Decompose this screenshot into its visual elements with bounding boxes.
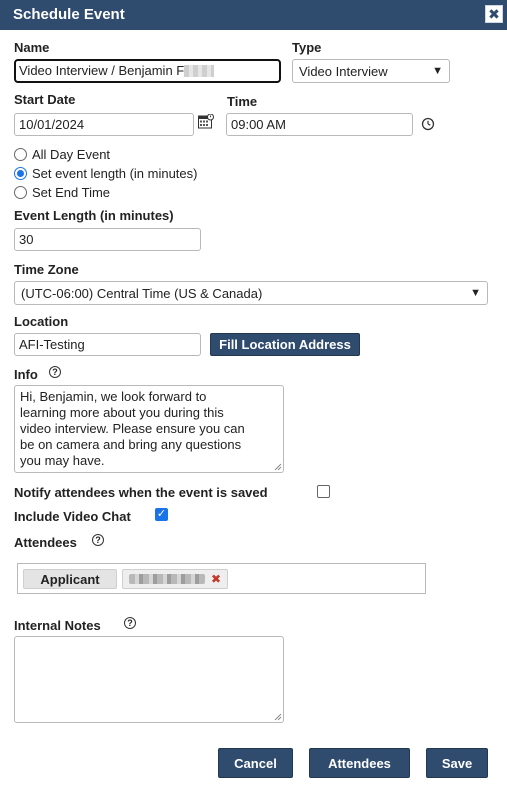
type-select-value: Video Interview	[299, 63, 388, 79]
start-date-label: Start Date	[14, 92, 76, 107]
radio-set-length-circle[interactable]	[14, 167, 27, 180]
radio-set-length[interactable]: Set event length (in minutes)	[14, 166, 197, 181]
event-length-value: 30	[19, 232, 34, 247]
event-length-input[interactable]: 30	[14, 228, 201, 251]
name-label: Name	[14, 40, 50, 55]
time-input[interactable]: 09:00 AM	[226, 113, 413, 136]
dialog-title: Schedule Event	[13, 6, 125, 23]
time-zone-label: Time Zone	[14, 262, 79, 277]
info-line: video interview. Please ensure you can	[20, 421, 245, 436]
radio-set-length-label: Set event length (in minutes)	[32, 166, 198, 181]
help-icon[interactable]: ?	[124, 617, 136, 629]
type-select[interactable]: Video Interview ▼	[292, 59, 450, 83]
info-line: you may have.	[20, 453, 105, 468]
type-label: Type	[292, 40, 322, 55]
resize-handle-icon[interactable]	[274, 713, 282, 721]
info-label: Info	[14, 367, 38, 382]
chevron-down-icon: ▼	[470, 287, 481, 299]
calendar-icon[interactable]	[198, 113, 214, 129]
internal-notes-label: Internal Notes	[14, 618, 101, 633]
time-zone-select[interactable]: (UTC-06:00) Central Time (US & Canada) ▼	[14, 281, 488, 305]
fill-location-button[interactable]: Fill Location Address	[210, 333, 360, 356]
redacted-text	[184, 65, 215, 77]
location-value: AFI-Testing	[19, 337, 85, 352]
applicant-role-tag[interactable]: Applicant	[23, 569, 117, 589]
close-button[interactable]: ✖	[485, 5, 503, 23]
time-label: Time	[227, 94, 258, 109]
start-date-input[interactable]: 10/01/2024	[14, 113, 194, 136]
attendees-button[interactable]: Attendees	[309, 748, 410, 778]
close-icon: ✖	[488, 6, 500, 22]
radio-all-day-circle[interactable]	[14, 148, 27, 161]
info-line: be on camera and bring any questions	[20, 437, 242, 452]
dialog-titlebar: Schedule Event ✖	[0, 0, 507, 30]
attendee-tag[interactable]: ✖	[122, 569, 228, 589]
chevron-down-icon: ▼	[432, 65, 443, 77]
location-label: Location	[14, 314, 69, 329]
radio-all-day-label: All Day Event	[32, 147, 111, 162]
resize-handle-icon[interactable]	[274, 463, 282, 471]
info-line: Hi, Benjamin, we look forward to	[20, 389, 207, 404]
help-icon[interactable]: ?	[49, 366, 61, 378]
notify-checkbox[interactable]	[317, 485, 330, 498]
time-value: 09:00 AM	[231, 117, 286, 132]
radio-end-time-circle[interactable]	[14, 186, 27, 199]
name-input[interactable]: Video Interview / Benjamin F	[14, 59, 281, 83]
location-input[interactable]: AFI-Testing	[14, 333, 201, 356]
time-zone-value: (UTC-06:00) Central Time (US & Canada)	[21, 285, 263, 301]
info-line: learning more about you during this	[20, 405, 224, 420]
video-chat-checkbox[interactable]: ✓	[155, 508, 168, 521]
radio-end-time-label: Set End Time	[32, 185, 111, 200]
internal-notes-textarea[interactable]	[14, 636, 284, 723]
start-date-value: 10/01/2024	[19, 117, 85, 132]
clock-icon[interactable]	[421, 117, 435, 131]
remove-attendee-icon[interactable]: ✖	[211, 572, 221, 586]
info-textarea[interactable]: Hi, Benjamin, we look forward to learnin…	[14, 385, 284, 473]
redacted-text	[129, 574, 205, 584]
radio-all-day[interactable]: All Day Event	[14, 147, 110, 162]
video-chat-label: Include Video Chat	[14, 509, 131, 524]
help-icon[interactable]: ?	[92, 534, 104, 546]
save-button[interactable]: Save	[426, 748, 488, 778]
event-length-label: Event Length (in minutes)	[14, 208, 174, 223]
attendees-label: Attendees	[14, 535, 77, 550]
notify-label: Notify attendees when the event is saved	[14, 485, 268, 500]
name-input-value: Video Interview / Benjamin F	[19, 63, 185, 78]
radio-end-time[interactable]: Set End Time	[14, 185, 110, 200]
attendees-field[interactable]: Applicant ✖	[17, 563, 426, 594]
cancel-button[interactable]: Cancel	[218, 748, 293, 778]
